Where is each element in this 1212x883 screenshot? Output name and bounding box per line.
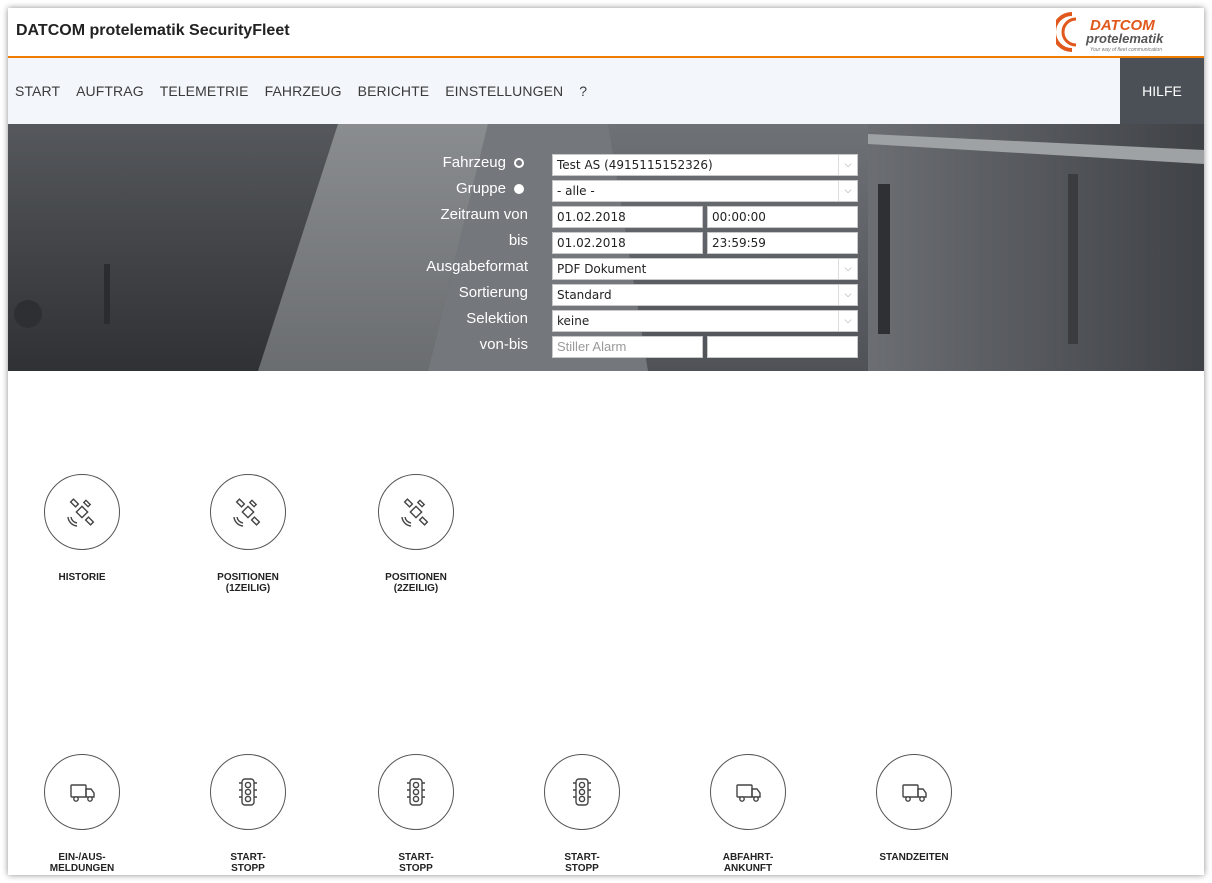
chevron-down-icon: ⌵ — [838, 259, 857, 279]
report-filter-panel: Fahrzeug Test AS (4915115152326) ⌵ Grupp… — [8, 124, 1204, 371]
nav-item-einstellungen[interactable]: EINSTELLUNGEN — [445, 83, 563, 99]
logo-tagline: Your way of fleet communication — [1090, 47, 1162, 53]
report-tile-label: HISTORIE — [58, 572, 106, 583]
report-tile-ein-aus-meldungen[interactable]: EIN-/AUS- MELDUNGEN — [22, 754, 142, 874]
fahrzeug-select[interactable]: Test AS (4915115152326) ⌵ — [552, 154, 858, 176]
traffic-light-icon[interactable] — [210, 754, 286, 830]
ausgabeformat-row: Ausgabeformat — [388, 256, 528, 280]
report-tile-historie[interactable]: HISTORIE — [22, 474, 142, 583]
zeitraum-von-time-input[interactable]: 00:00:00 — [707, 206, 858, 228]
gruppe-radio[interactable] — [514, 184, 524, 194]
bis-date-input[interactable]: 01.02.2018 — [552, 232, 703, 254]
report-tile-positionen-1zeilig[interactable]: POSITIONEN (1ZEILIG) — [188, 474, 308, 594]
app-window: DATCOM protelematik SecurityFleet DATCOM… — [8, 8, 1204, 875]
report-tile-label: ABFAHRT- ANKUNFT TAG — [722, 852, 774, 875]
bis-label: bis — [508, 232, 528, 249]
satellite-icon[interactable] — [44, 474, 120, 550]
satellite-icon[interactable] — [210, 474, 286, 550]
ausgabeformat-select[interactable]: PDF Dokument ⌵ — [552, 258, 858, 280]
app-title: DATCOM protelematik SecurityFleet — [16, 22, 290, 39]
selektion-value: keine — [557, 314, 590, 328]
nav-item-fahrzeug[interactable]: FAHRZEUG — [265, 83, 342, 99]
fahrzeug-radio[interactable] — [514, 158, 524, 168]
chevron-down-icon: ⌵ — [838, 285, 857, 305]
bis-row: bis — [388, 230, 528, 254]
fahrzeug-row: Fahrzeug — [388, 152, 528, 176]
traffic-light-icon[interactable] — [378, 754, 454, 830]
report-tile-positionen-2zeilig[interactable]: POSITIONEN (2ZEILIG) — [356, 474, 476, 594]
sortierung-row: Sortierung — [388, 282, 528, 306]
report-tile-label: START- STOPP WOCHE — [397, 852, 435, 875]
selektion-label: Selektion — [466, 310, 528, 327]
report-tile-abfahrt-ankunft-tag[interactable]: ABFAHRT- ANKUNFT TAG — [688, 754, 808, 875]
bis-time-input[interactable]: 23:59:59 — [707, 232, 858, 254]
gruppe-label: Gruppe — [455, 180, 506, 197]
truck-icon[interactable] — [44, 754, 120, 830]
report-tile-label: STANDZEITEN — [879, 852, 949, 863]
sortierung-select[interactable]: Standard ⌵ — [552, 284, 858, 306]
ausgabeformat-value: PDF Dokument — [557, 262, 647, 276]
nav-item-telemetrie[interactable]: TELEMETRIE — [160, 83, 249, 99]
nav-menu: START AUFTRAG TELEMETRIE FAHRZEUG BERICHTE EI… — [8, 58, 603, 124]
chevron-down-icon: ⌵ — [838, 181, 857, 201]
nav-item-berichte[interactable]: BERICHTE — [358, 83, 430, 99]
selektion-row: Selektion — [388, 308, 528, 332]
zeitraum-von-label: Zeitraum von — [440, 206, 528, 223]
report-tile-label: EIN-/AUS- MELDUNGEN — [49, 852, 115, 874]
traffic-light-icon[interactable] — [544, 754, 620, 830]
zeitraum-row: Zeitraum von — [388, 204, 528, 228]
nav-item-start[interactable]: START — [15, 83, 60, 99]
report-tile-standzeiten[interactable]: STANDZEITEN — [854, 754, 974, 863]
logo-line2: protelematik — [1085, 31, 1164, 46]
truck-icon[interactable] — [710, 754, 786, 830]
report-tile-label: START- STOPP MONAT — [564, 852, 600, 875]
report-tile-start-stopp-tag[interactable]: START- STOPP TAG — [188, 754, 308, 875]
fahrzeug-label: Fahrzeug — [442, 154, 506, 171]
sortierung-label: Sortierung — [458, 284, 528, 301]
datcom-logo: DATCOM protelematik Your way of fleet co… — [1056, 12, 1164, 53]
von-bis-to-input[interactable] — [707, 336, 858, 358]
gruppe-row: Gruppe — [388, 178, 528, 202]
chevron-down-icon: ⌵ — [838, 311, 857, 331]
sortierung-value: Standard — [557, 288, 612, 302]
von-bis-label: von-bis — [479, 336, 528, 353]
main-nav: START AUFTRAG TELEMETRIE FAHRZEUG BERICHTE EI… — [8, 58, 1204, 124]
nav-item-auftrag[interactable]: AUFTRAG — [76, 83, 144, 99]
fahrzeug-value: Test AS (4915115152326) — [557, 158, 713, 172]
report-tile-label: POSITIONEN (2ZEILIG) — [385, 572, 447, 594]
nav-item-question[interactable]: ? — [579, 83, 587, 99]
gruppe-value: - alle - — [557, 184, 595, 198]
chevron-down-icon: ⌵ — [838, 155, 857, 175]
report-tile-start-stopp-monat[interactable]: START- STOPP MONAT — [522, 754, 642, 875]
ausgabeformat-label: Ausgabeformat — [426, 258, 528, 275]
title-bar: DATCOM protelematik SecurityFleet DATCOM… — [8, 8, 1204, 58]
zeitraum-von-date-input[interactable]: 01.02.2018 — [552, 206, 703, 228]
von-bis-from-input[interactable]: Stiller Alarm — [552, 336, 703, 358]
gruppe-select[interactable]: - alle - ⌵ — [552, 180, 858, 202]
report-tile-label: START- STOPP TAG — [230, 852, 266, 875]
von-bis-row: von-bis — [388, 334, 528, 358]
help-button[interactable]: HILFE — [1120, 58, 1204, 124]
report-tile-label: POSITIONEN (1ZEILIG) — [217, 572, 279, 594]
truck-icon[interactable] — [876, 754, 952, 830]
satellite-icon[interactable] — [378, 474, 454, 550]
report-tile-start-stopp-woche[interactable]: START- STOPP WOCHE — [356, 754, 476, 875]
selektion-select[interactable]: keine ⌵ — [552, 310, 858, 332]
